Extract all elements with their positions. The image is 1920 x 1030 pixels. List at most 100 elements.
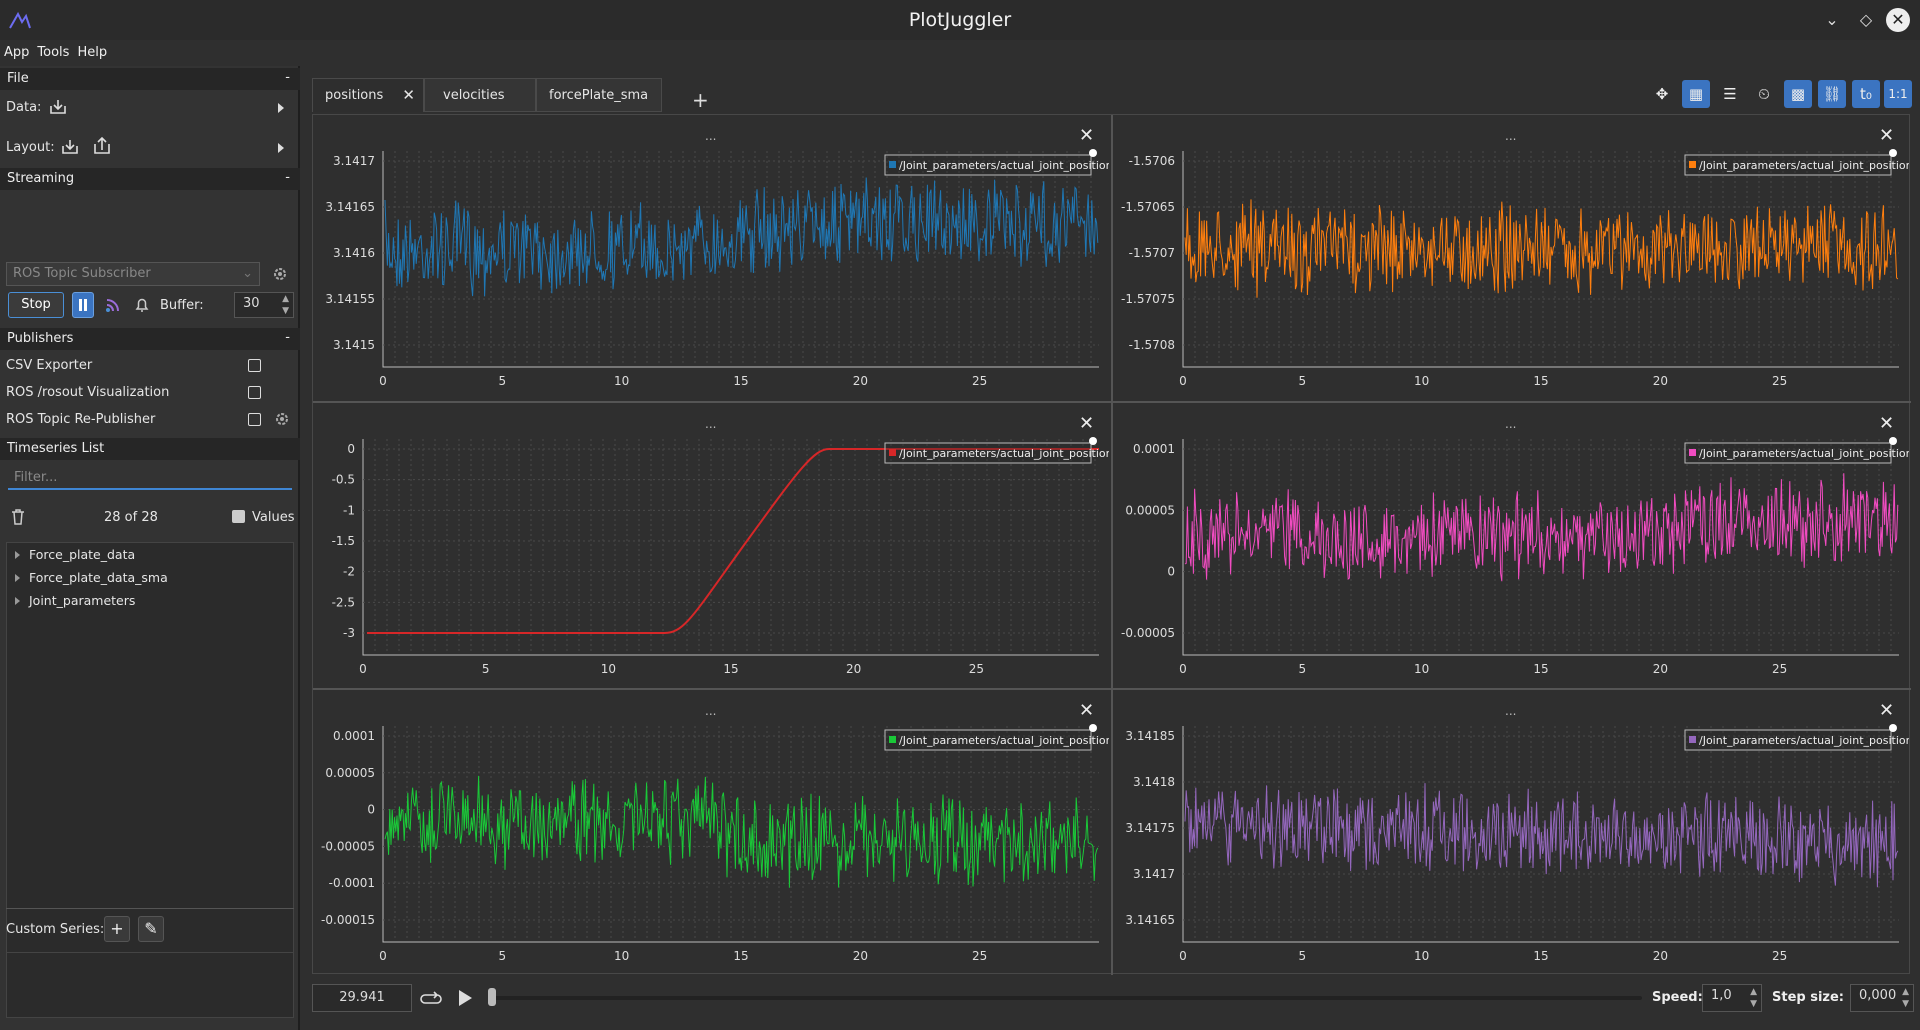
plot-panel[interactable]: 0 -0.5 -1 -1.5 -2 -2.5 -3 0 5 10 15 20 25/Joint_para… — [313, 403, 1109, 689]
step-size-input[interactable]: 0,000 ▲ ▼ — [1850, 984, 1914, 1012]
menu-app[interactable]: App — [0, 42, 33, 63]
zoom-out-icon[interactable]: ▦ — [1682, 80, 1710, 108]
close-window-button[interactable]: ✕ — [1886, 8, 1910, 32]
menu-tools[interactable]: Tools — [33, 42, 73, 63]
plot-panel[interactable]: 0.0001 0.00005 0 -0.00005 0 5 10 15 20 25/Joint_p… — [1113, 403, 1909, 689]
publisher-checkbox[interactable] — [248, 413, 261, 426]
publishers-section-header[interactable]: Publishers - — [0, 328, 300, 350]
minimize-button[interactable]: ⌄ — [1820, 8, 1844, 32]
x-tick-label: 10 — [1414, 662, 1429, 676]
maximize-button[interactable]: ◇ — [1854, 8, 1878, 32]
publisher-checkbox[interactable] — [248, 386, 261, 399]
layout-expand-icon[interactable] — [278, 143, 284, 153]
streaming-section-header[interactable]: Streaming - — [0, 168, 300, 190]
plot-canvas[interactable]: 0 -0.5 -1 -1.5 -2 -2.5 -3 0 5 10 15 20 25/Joint_para… — [313, 403, 1109, 689]
load-data-icon[interactable] — [48, 98, 68, 116]
tree-item[interactable]: Force_plate_data — [29, 547, 135, 562]
close-plot-icon[interactable]: ✕ — [1879, 125, 1894, 146]
expand-arrow-icon[interactable] — [15, 597, 20, 605]
legend-handle[interactable] — [1889, 724, 1897, 732]
close-plot-icon[interactable]: ✕ — [1879, 700, 1894, 721]
legend-icon[interactable]: ☰ — [1716, 80, 1744, 108]
plot-menu-icon[interactable]: ... — [705, 704, 716, 718]
link-icon[interactable]: ⛓ — [1818, 80, 1846, 108]
save-layout-icon[interactable] — [92, 136, 112, 156]
plot-panel[interactable]: 0.0001 0.00005 0 -0.00005 -0.0001 -0.00015 0 5 1… — [313, 690, 1109, 976]
collapse-icon[interactable]: - — [285, 170, 290, 185]
time-input[interactable]: 29.941 — [312, 984, 412, 1012]
plot-panel[interactable]: 3.14185 3.1418 3.14175 3.1417 3.14165 0 5 10 15 2… — [1113, 690, 1909, 976]
timeseries-tree[interactable]: Force_plate_data Force_plate_data_sma Jo… — [6, 542, 294, 970]
time-track-icon[interactable]: ⏲ — [1750, 80, 1778, 108]
edit-custom-series-button[interactable]: ✎ — [138, 916, 164, 942]
collapse-icon[interactable]: - — [285, 70, 290, 85]
filter-input[interactable]: Filter... — [8, 466, 292, 490]
collapse-icon[interactable]: - — [285, 330, 290, 345]
speed-input[interactable]: 1,0 ▲ ▼ — [1702, 984, 1762, 1012]
plot-canvas[interactable]: 0.0001 0.00005 0 -0.00005 0 5 10 15 20 25/Joint_p… — [1113, 403, 1909, 689]
ratio-icon[interactable]: 1:1 — [1884, 80, 1912, 108]
pause-button[interactable] — [72, 292, 94, 318]
plot-menu-icon[interactable]: ... — [705, 417, 716, 431]
play-icon[interactable] — [456, 988, 474, 1008]
close-plot-icon[interactable]: ✕ — [1079, 700, 1094, 721]
legend-handle[interactable] — [1889, 437, 1897, 445]
close-plot-icon[interactable]: ✕ — [1879, 413, 1894, 434]
tab-forceplate-sma[interactable]: forcePlate_sma — [536, 78, 662, 112]
add-tab-button[interactable]: + — [692, 88, 709, 112]
plot-menu-icon[interactable]: ... — [1505, 704, 1516, 718]
menu-help[interactable]: Help — [73, 42, 111, 63]
legend-handle[interactable] — [1089, 149, 1097, 157]
tree-item[interactable]: Joint_parameters — [29, 593, 135, 608]
tab-positions[interactable]: positions ✕ — [312, 78, 424, 112]
trash-icon[interactable] — [10, 508, 26, 526]
x-tick-label: 20 — [1653, 374, 1668, 388]
y-tick-label: -1.5 — [332, 534, 355, 548]
plot-canvas[interactable]: 3.1417 3.14165 3.1416 3.14155 3.1415 0 5 10 15 20… — [313, 115, 1109, 401]
x-tick-label: 10 — [1414, 374, 1429, 388]
y-tick-label: -0.5 — [332, 473, 355, 487]
load-layout-icon[interactable] — [60, 138, 80, 156]
values-checkbox[interactable] — [232, 510, 245, 523]
move-icon[interactable]: ✥ — [1648, 80, 1676, 108]
tab-velocities[interactable]: velocities — [424, 78, 536, 112]
plot-menu-icon[interactable]: ... — [1505, 417, 1516, 431]
plot-menu-icon[interactable]: ... — [1505, 129, 1516, 143]
time-offset-icon[interactable]: t₀ — [1852, 80, 1880, 108]
data-expand-icon[interactable] — [278, 103, 284, 113]
expand-arrow-icon[interactable] — [15, 574, 20, 582]
publisher-checkbox[interactable] — [248, 359, 261, 372]
file-section-header[interactable]: File - — [0, 68, 300, 90]
streamer-select[interactable]: ROS Topic Subscriber ⌄ — [6, 262, 260, 286]
bell-icon[interactable] — [134, 295, 150, 315]
close-plot-icon[interactable]: ✕ — [1079, 125, 1094, 146]
plot-menu-icon[interactable]: ... — [705, 129, 716, 143]
spin-arrows-icon[interactable]: ▲ ▼ — [282, 293, 289, 317]
time-slider-handle[interactable] — [488, 988, 496, 1006]
rss-icon[interactable] — [104, 296, 122, 314]
gear-icon[interactable] — [274, 411, 290, 427]
legend-handle[interactable] — [1089, 724, 1097, 732]
close-tab-icon[interactable]: ✕ — [402, 86, 415, 104]
grid-icon[interactable]: ▩ — [1784, 80, 1812, 108]
expand-arrow-icon[interactable] — [15, 551, 20, 559]
spin-arrows-icon[interactable]: ▲ ▼ — [1902, 986, 1909, 1010]
stop-button[interactable]: Stop — [8, 292, 64, 318]
tree-item[interactable]: Force_plate_data_sma — [29, 570, 168, 585]
add-custom-series-button[interactable]: + — [104, 916, 130, 942]
close-plot-icon[interactable]: ✕ — [1079, 413, 1094, 434]
custom-series-list[interactable] — [6, 952, 294, 1018]
x-tick-label: 5 — [1299, 662, 1307, 676]
plot-canvas[interactable]: -1.5706 -1.57065 -1.5707 -1.57075 -1.5708 0 5 1… — [1113, 115, 1909, 401]
plot-canvas[interactable]: 3.14185 3.1418 3.14175 3.1417 3.14165 0 5 10 15 2… — [1113, 690, 1909, 976]
gear-icon[interactable] — [272, 266, 288, 282]
legend-handle[interactable] — [1089, 437, 1097, 445]
legend-handle[interactable] — [1889, 149, 1897, 157]
plot-panel[interactable]: -1.5706 -1.57065 -1.5707 -1.57075 -1.5708 0 5 1… — [1113, 115, 1909, 401]
spin-arrows-icon[interactable]: ▲ ▼ — [1750, 986, 1757, 1010]
loop-icon[interactable] — [420, 988, 444, 1008]
plot-panel[interactable]: 3.1417 3.14165 3.1416 3.14155 3.1415 0 5 10 15 20… — [313, 115, 1109, 401]
time-slider[interactable] — [492, 996, 1642, 1000]
buffer-input[interactable]: 30 ▲ ▼ — [234, 292, 294, 318]
plot-canvas[interactable]: 0.0001 0.00005 0 -0.00005 -0.0001 -0.00015 0 5 1… — [313, 690, 1109, 976]
